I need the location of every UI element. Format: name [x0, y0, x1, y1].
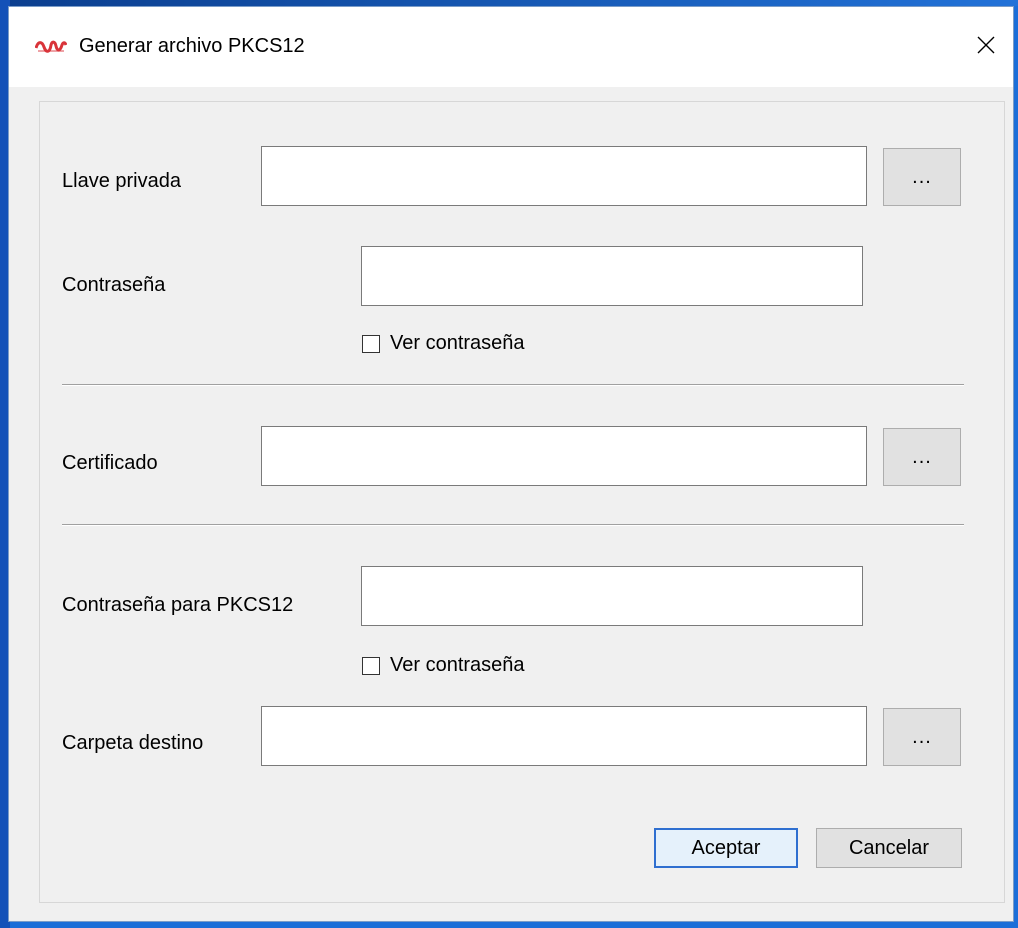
close-button[interactable]	[959, 25, 1013, 69]
destination-browse-button[interactable]: ...	[883, 708, 961, 766]
password-input[interactable]	[361, 246, 863, 306]
pkcs12-password-label: Contraseña para PKCS12	[62, 594, 294, 616]
private-key-browse-button[interactable]: ...	[883, 148, 961, 206]
app-logo-icon	[34, 39, 68, 55]
accept-button[interactable]: Aceptar	[654, 828, 798, 868]
form-panel: Llave privada ... Contraseña Ver contras…	[39, 101, 1005, 903]
destination-input[interactable]	[261, 706, 867, 766]
title-bar: Generar archivo PKCS12	[9, 7, 1013, 87]
separator-2	[62, 524, 964, 526]
certificate-label: Certificado	[62, 452, 158, 474]
private-key-input[interactable]	[261, 146, 867, 206]
private-key-label: Llave privada	[62, 170, 181, 192]
certificate-input[interactable]	[261, 426, 867, 486]
dialog-window: Generar archivo PKCS12 Llave privada ...…	[8, 6, 1014, 922]
pkcs12-password-input[interactable]	[361, 566, 863, 626]
show-password-label: Ver contraseña	[390, 332, 525, 354]
show-pkcs12-password-checkbox[interactable]: Ver contraseña	[362, 654, 525, 677]
destination-label: Carpeta destino	[62, 732, 204, 754]
window-title: Generar archivo PKCS12	[79, 35, 305, 57]
show-password-checkbox[interactable]: Ver contraseña	[362, 332, 525, 355]
cancel-button[interactable]: Cancelar	[816, 828, 962, 868]
separator-1	[62, 384, 964, 386]
show-pkcs12-password-label: Ver contraseña	[390, 654, 525, 676]
certificate-browse-button[interactable]: ...	[883, 428, 961, 486]
checkbox-box[interactable]	[362, 656, 380, 675]
close-icon	[976, 35, 996, 60]
password-label: Contraseña	[62, 274, 166, 296]
checkbox-box[interactable]	[362, 334, 380, 353]
